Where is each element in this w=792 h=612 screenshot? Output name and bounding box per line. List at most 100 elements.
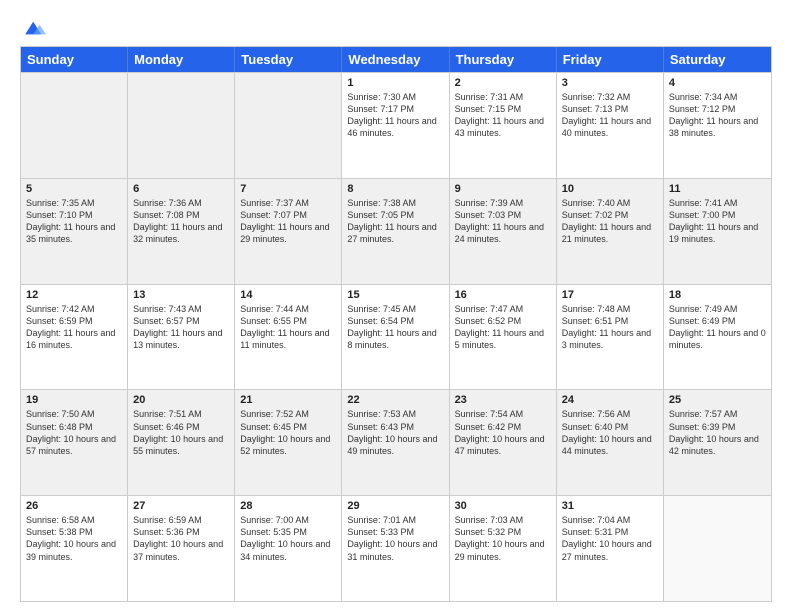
- cell-info: Sunrise: 7:34 AM Sunset: 7:12 PM Dayligh…: [669, 91, 766, 140]
- cal-cell-8: 8 Sunrise: 7:38 AM Sunset: 7:05 PM Daylig…: [342, 179, 449, 284]
- cell-info: Sunrise: 7:40 AM Sunset: 7:02 PM Dayligh…: [562, 197, 658, 246]
- day-number: 17: [562, 289, 658, 301]
- day-number: 10: [562, 183, 658, 195]
- cal-cell-27: 27 Sunrise: 6:59 AM Sunset: 5:36 PM Dayli…: [128, 496, 235, 601]
- day-number: 24: [562, 394, 658, 406]
- calendar-header-saturday: Saturday: [664, 47, 771, 72]
- cell-info: Sunrise: 7:50 AM Sunset: 6:48 PM Dayligh…: [26, 408, 122, 457]
- cal-cell-25: 25 Sunrise: 7:57 AM Sunset: 6:39 PM Dayli…: [664, 390, 771, 495]
- calendar-week-2: 5 Sunrise: 7:35 AM Sunset: 7:10 PM Daylig…: [21, 178, 771, 284]
- day-number: 3: [562, 77, 658, 89]
- cal-cell-30: 30 Sunrise: 7:03 AM Sunset: 5:32 PM Dayli…: [450, 496, 557, 601]
- day-number: 21: [240, 394, 336, 406]
- day-number: 8: [347, 183, 443, 195]
- cal-cell-15: 15 Sunrise: 7:45 AM Sunset: 6:54 PM Dayli…: [342, 285, 449, 390]
- cal-cell-29: 29 Sunrise: 7:01 AM Sunset: 5:33 PM Dayli…: [342, 496, 449, 601]
- cell-info: Sunrise: 7:49 AM Sunset: 6:49 PM Dayligh…: [669, 303, 766, 352]
- day-number: 30: [455, 500, 551, 512]
- cal-cell-empty-4-6: [664, 496, 771, 601]
- day-number: 22: [347, 394, 443, 406]
- day-number: 28: [240, 500, 336, 512]
- cell-info: Sunrise: 6:59 AM Sunset: 5:36 PM Dayligh…: [133, 514, 229, 563]
- cal-cell-23: 23 Sunrise: 7:54 AM Sunset: 6:42 PM Dayli…: [450, 390, 557, 495]
- day-number: 6: [133, 183, 229, 195]
- cell-info: Sunrise: 7:31 AM Sunset: 7:15 PM Dayligh…: [455, 91, 551, 140]
- cal-cell-16: 16 Sunrise: 7:47 AM Sunset: 6:52 PM Dayli…: [450, 285, 557, 390]
- cell-info: Sunrise: 7:53 AM Sunset: 6:43 PM Dayligh…: [347, 408, 443, 457]
- cell-info: Sunrise: 7:41 AM Sunset: 7:00 PM Dayligh…: [669, 197, 766, 246]
- cell-info: Sunrise: 7:38 AM Sunset: 7:05 PM Dayligh…: [347, 197, 443, 246]
- cell-info: Sunrise: 7:35 AM Sunset: 7:10 PM Dayligh…: [26, 197, 122, 246]
- cal-cell-28: 28Sunrise: 7:00 AM Sunset: 5:35 PM Dayli…: [235, 496, 342, 601]
- calendar-week-5: 26 Sunrise: 6:58 AM Sunset: 5:38 PM Dayli…: [21, 495, 771, 601]
- calendar-header-monday: Monday: [128, 47, 235, 72]
- cal-cell-17: 17 Sunrise: 7:48 AM Sunset: 6:51 PM Dayli…: [557, 285, 664, 390]
- calendar-header-row: SundayMondayTuesdayWednesdayThursdayFrid…: [21, 47, 771, 72]
- day-number: 13: [133, 289, 229, 301]
- calendar-week-1: 1Sunrise: 7:30 AM Sunset: 7:17 PM Daylig…: [21, 72, 771, 178]
- day-number: 16: [455, 289, 551, 301]
- cal-cell-empty-0-1: [128, 73, 235, 178]
- cell-info: Sunrise: 7:32 AM Sunset: 7:13 PM Dayligh…: [562, 91, 658, 140]
- day-number: 5: [26, 183, 122, 195]
- cell-info: Sunrise: 7:52 AM Sunset: 6:45 PM Dayligh…: [240, 408, 336, 457]
- logo: [20, 16, 46, 36]
- day-number: 1: [347, 77, 443, 89]
- calendar-header-thursday: Thursday: [450, 47, 557, 72]
- day-number: 2: [455, 77, 551, 89]
- cell-info: Sunrise: 7:36 AM Sunset: 7:08 PM Dayligh…: [133, 197, 229, 246]
- day-number: 23: [455, 394, 551, 406]
- day-number: 11: [669, 183, 766, 195]
- cell-info: Sunrise: 7:44 AM Sunset: 6:55 PM Dayligh…: [240, 303, 336, 352]
- cal-cell-1: 1Sunrise: 7:30 AM Sunset: 7:17 PM Daylig…: [342, 73, 449, 178]
- cal-cell-21: 21 Sunrise: 7:52 AM Sunset: 6:45 PM Dayli…: [235, 390, 342, 495]
- cell-info: Sunrise: 7:42 AM Sunset: 6:59 PM Dayligh…: [26, 303, 122, 352]
- calendar-body: 1Sunrise: 7:30 AM Sunset: 7:17 PM Daylig…: [21, 72, 771, 601]
- cal-cell-12: 12 Sunrise: 7:42 AM Sunset: 6:59 PM Dayli…: [21, 285, 128, 390]
- day-number: 29: [347, 500, 443, 512]
- cal-cell-10: 10 Sunrise: 7:40 AM Sunset: 7:02 PM Dayli…: [557, 179, 664, 284]
- calendar-week-3: 12 Sunrise: 7:42 AM Sunset: 6:59 PM Dayli…: [21, 284, 771, 390]
- cal-cell-7: 7Sunrise: 7:37 AM Sunset: 7:07 PM Daylig…: [235, 179, 342, 284]
- day-number: 14: [240, 289, 336, 301]
- cal-cell-14: 14 Sunrise: 7:44 AM Sunset: 6:55 PM Dayli…: [235, 285, 342, 390]
- cell-info: Sunrise: 7:57 AM Sunset: 6:39 PM Dayligh…: [669, 408, 766, 457]
- day-number: 19: [26, 394, 122, 406]
- day-number: 12: [26, 289, 122, 301]
- cell-info: Sunrise: 7:45 AM Sunset: 6:54 PM Dayligh…: [347, 303, 443, 352]
- cal-cell-31: 31Sunrise: 7:04 AM Sunset: 5:31 PM Dayli…: [557, 496, 664, 601]
- cal-cell-18: 18 Sunrise: 7:49 AM Sunset: 6:49 PM Dayli…: [664, 285, 771, 390]
- cell-info: Sunrise: 7:54 AM Sunset: 6:42 PM Dayligh…: [455, 408, 551, 457]
- page: SundayMondayTuesdayWednesdayThursdayFrid…: [0, 0, 792, 612]
- calendar-header-sunday: Sunday: [21, 47, 128, 72]
- cell-info: Sunrise: 7:47 AM Sunset: 6:52 PM Dayligh…: [455, 303, 551, 352]
- cal-cell-19: 19 Sunrise: 7:50 AM Sunset: 6:48 PM Dayli…: [21, 390, 128, 495]
- cal-cell-6: 6 Sunrise: 7:36 AM Sunset: 7:08 PM Daylig…: [128, 179, 235, 284]
- day-number: 15: [347, 289, 443, 301]
- cal-cell-13: 13 Sunrise: 7:43 AM Sunset: 6:57 PM Dayli…: [128, 285, 235, 390]
- cell-info: Sunrise: 7:48 AM Sunset: 6:51 PM Dayligh…: [562, 303, 658, 352]
- day-number: 27: [133, 500, 229, 512]
- cell-info: Sunrise: 7:03 AM Sunset: 5:32 PM Dayligh…: [455, 514, 551, 563]
- cal-cell-24: 24 Sunrise: 7:56 AM Sunset: 6:40 PM Dayli…: [557, 390, 664, 495]
- day-number: 20: [133, 394, 229, 406]
- cal-cell-empty-0-0: [21, 73, 128, 178]
- calendar-header-friday: Friday: [557, 47, 664, 72]
- cal-cell-5: 5 Sunrise: 7:35 AM Sunset: 7:10 PM Daylig…: [21, 179, 128, 284]
- day-number: 18: [669, 289, 766, 301]
- cal-cell-26: 26 Sunrise: 6:58 AM Sunset: 5:38 PM Dayli…: [21, 496, 128, 601]
- cell-info: Sunrise: 6:58 AM Sunset: 5:38 PM Dayligh…: [26, 514, 122, 563]
- header: [20, 16, 772, 36]
- cell-info: Sunrise: 7:51 AM Sunset: 6:46 PM Dayligh…: [133, 408, 229, 457]
- calendar-header-wednesday: Wednesday: [342, 47, 449, 72]
- cell-info: Sunrise: 7:37 AM Sunset: 7:07 PM Dayligh…: [240, 197, 336, 246]
- day-number: 26: [26, 500, 122, 512]
- calendar: SundayMondayTuesdayWednesdayThursdayFrid…: [20, 46, 772, 602]
- cell-info: Sunrise: 7:43 AM Sunset: 6:57 PM Dayligh…: [133, 303, 229, 352]
- day-number: 25: [669, 394, 766, 406]
- cal-cell-4: 4Sunrise: 7:34 AM Sunset: 7:12 PM Daylig…: [664, 73, 771, 178]
- cal-cell-22: 22 Sunrise: 7:53 AM Sunset: 6:43 PM Dayli…: [342, 390, 449, 495]
- cell-info: Sunrise: 7:01 AM Sunset: 5:33 PM Dayligh…: [347, 514, 443, 563]
- cell-info: Sunrise: 7:56 AM Sunset: 6:40 PM Dayligh…: [562, 408, 658, 457]
- day-number: 9: [455, 183, 551, 195]
